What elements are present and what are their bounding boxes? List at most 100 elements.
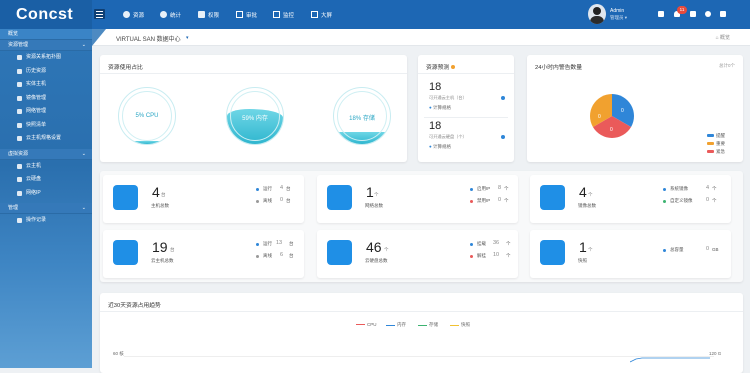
stat-label: 网络总数	[365, 203, 383, 208]
legend-item-urgent[interactable]: 紧急	[707, 149, 725, 155]
cube-icon	[123, 11, 130, 18]
key-icon	[198, 11, 205, 18]
fullscreen-icon[interactable]	[690, 11, 696, 17]
sidebar-item-topology[interactable]: 资源关系拓扑图	[0, 51, 92, 65]
sidebar-item-disk[interactable]: 云硬盘	[0, 173, 92, 187]
grid-icon[interactable]	[720, 11, 726, 17]
sidebar-item-overview[interactable]: 概览	[0, 29, 92, 40]
stat-row-label: 运行	[263, 186, 272, 191]
nav-item-permission[interactable]: 权限	[198, 0, 219, 29]
breadcrumb: VIRTUAL SAN 数据中心 ▾ ⌂ 概览	[92, 29, 750, 46]
legend-swatch	[707, 142, 714, 146]
legend-item-memory[interactable]: 内存	[386, 322, 406, 328]
info-icon[interactable]	[501, 135, 505, 139]
log-icon	[17, 218, 22, 223]
status-dot	[470, 243, 473, 246]
stat-row-label: 禁用IP	[477, 198, 491, 203]
memory-gauge: 59% 内存	[226, 87, 284, 145]
stat-row-value: 4	[706, 185, 710, 191]
stat-number: 4	[152, 184, 160, 200]
vm-icon	[17, 163, 22, 169]
sidebar-item-label: 云硬盘	[26, 176, 42, 182]
nav-label: 权限	[208, 12, 220, 19]
legend-label: 提醒	[716, 133, 725, 138]
group-label: 管理	[8, 205, 19, 211]
nav-item-monitor[interactable]: 监控	[273, 0, 294, 29]
stat-label: 快照	[578, 258, 587, 263]
stat-row-label: 离线	[263, 253, 272, 258]
nav-item-approval[interactable]: 审批	[236, 0, 257, 29]
forecast-disk-link[interactable]: ● 计算规格	[429, 144, 451, 150]
gear-icon[interactable]	[705, 11, 711, 17]
sidebar-item-vm[interactable]: 云主机	[0, 160, 92, 174]
card-title: 资源使用占比	[108, 65, 143, 71]
list-icon[interactable]	[658, 11, 664, 17]
chevron-down-icon: ⌄	[81, 150, 86, 157]
gauge-label: 59% 内存	[242, 116, 268, 122]
page-title[interactable]: VIRTUAL SAN 数据中心	[116, 34, 181, 43]
breadcrumb-accent	[92, 29, 106, 46]
vm-icon	[113, 240, 138, 265]
breadcrumb-home[interactable]: ⌂ 概览	[716, 34, 730, 41]
status-dot	[470, 200, 473, 203]
divider	[100, 73, 407, 74]
legend-item-snapshot[interactable]: 快照	[450, 322, 470, 328]
nav-item-stats[interactable]: 统计	[160, 0, 181, 29]
sidebar-group-manage[interactable]: 管理 ⌄	[0, 203, 92, 214]
legend-item-cpu[interactable]: CPU	[356, 322, 377, 327]
stat-card-image[interactable]: 4 个 镜像总数 系统镜像 4 个 自定义镜像 0 个	[530, 175, 731, 223]
stat-card-host[interactable]: 4 台 主机总数 运行 4 台 离线 0 台	[103, 175, 304, 223]
nav-item-bigscreen[interactable]: 大屏	[311, 0, 332, 29]
stat-row-label: 总容量	[670, 247, 684, 252]
pie-slice-label: 0	[610, 127, 613, 133]
sidebar-item-label: 操作记录	[26, 217, 47, 223]
caret-down-icon[interactable]: ▾	[186, 35, 189, 41]
disk-icon	[17, 177, 22, 182]
sidebar-item-network[interactable]: 网络管理	[0, 105, 92, 119]
legend-item-important[interactable]: 重要	[707, 141, 725, 147]
legend-swatch	[707, 150, 714, 154]
app-logo[interactable]: Concst	[0, 0, 92, 29]
sidebar-item-oplog[interactable]: 操作记录	[0, 214, 92, 228]
main-content: VIRTUAL SAN 数据中心 ▾ ⌂ 概览 资源使用占比 5% CPU 59…	[92, 29, 750, 373]
image-icon	[540, 185, 565, 210]
sidebar-item-label: 网络管理	[26, 108, 47, 114]
stat-card-disk[interactable]: 46 个 云硬盘总数 挂载 36 个 解挂 10 个	[317, 230, 518, 278]
legend-label: 紧急	[716, 149, 725, 154]
chevron-down-icon: ⌄	[81, 205, 86, 211]
sidebar-group-resource[interactable]: 资源管理 ⌄	[0, 40, 92, 51]
gauge-fill	[119, 141, 175, 144]
gauge-label: 18% 存储	[349, 116, 375, 122]
alarm-pie-chart: 0 0 0	[590, 94, 634, 138]
stat-card-snapshot[interactable]: 1 个 快照 总容量 0 GB	[530, 230, 731, 278]
sidebar-item-history[interactable]: 历史资源	[0, 65, 92, 79]
sidebar-item-flavor[interactable]: 云主机规格设置	[0, 132, 92, 146]
trend-card: 近30天资源占用趋势 CPU 内存 存储 快照 60 核 120 G	[100, 293, 743, 373]
legend-item-remind[interactable]: 提醒	[707, 133, 725, 139]
nav-item-resource[interactable]: 资源	[123, 0, 144, 29]
alarm-total: 总计0个	[718, 63, 735, 68]
forecast-vm-link-label: 计算规格	[432, 105, 451, 110]
stat-label: 主机总数	[151, 203, 169, 208]
sidebar-item-ip[interactable]: 网络IP	[0, 187, 92, 201]
doc-icon	[236, 11, 243, 18]
stat-card-network[interactable]: 1 个 网络总数 启用IP 8 个 禁用IP 0 个	[317, 175, 518, 223]
nav-label: 监控	[283, 12, 295, 19]
forecast-vm-link[interactable]: ● 计算规格	[429, 105, 451, 111]
card-title: 24小时内警告数量	[535, 65, 583, 71]
sidebar-group-virtual[interactable]: 虚拟资源 ⌄	[0, 148, 92, 160]
stat-card-vm[interactable]: 19 台 云主机总数 运行 13 台 离线 6 台	[103, 230, 304, 278]
legend-label: 存储	[429, 322, 438, 327]
stat-label: 镜像总数	[578, 203, 596, 208]
sidebar-item-host[interactable]: 实体主机	[0, 78, 92, 92]
legend-item-storage[interactable]: 存储	[418, 322, 438, 328]
sidebar-item-image[interactable]: 镜像管理	[0, 92, 92, 106]
menu-toggle-button[interactable]	[94, 9, 105, 19]
stat-row-value: 13	[276, 240, 283, 246]
stat-row-label: 自定义镜像	[670, 198, 693, 203]
divider	[424, 117, 508, 118]
history-icon	[17, 68, 22, 74]
info-icon[interactable]	[501, 96, 505, 100]
sidebar-item-snapshot[interactable]: 快照清单	[0, 119, 92, 133]
stat-row-unit: 台	[286, 198, 291, 203]
